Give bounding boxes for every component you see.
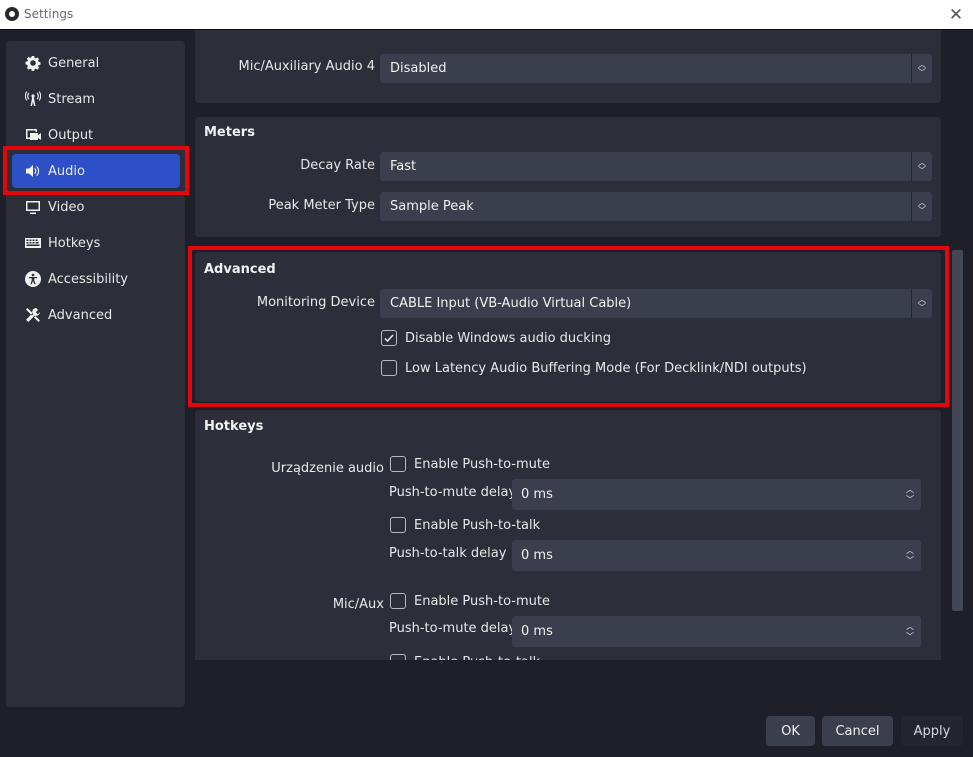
checkbox-unchecked[interactable] xyxy=(390,456,406,472)
sidebar-item-label: Video xyxy=(48,199,85,215)
tools-icon xyxy=(24,306,42,324)
decay-rate-select[interactable]: Fast ︿ ﹀ xyxy=(380,152,932,181)
push-to-talk-label: Enable Push-to-talk xyxy=(414,517,541,533)
output-icon xyxy=(24,126,42,144)
mic-aux-4-value: Disabled xyxy=(390,61,447,76)
antenna-icon xyxy=(24,90,42,108)
low-latency-label: Low Latency Audio Buffering Mode (For De… xyxy=(405,360,807,376)
checkmark-icon xyxy=(384,334,394,343)
hotkeys-group: Hotkeys Urządzenie audio Enable Push-to-… xyxy=(195,410,941,660)
peak-meter-type-select[interactable]: Sample Peak ︿ ﹀ xyxy=(380,192,932,221)
spin-up-down-icon[interactable]: ︿ ﹀ xyxy=(899,479,921,510)
settings-sidebar: General Stream Output Audio Video Hotkey… xyxy=(6,41,185,707)
push-to-mute-checkbox[interactable]: Enable Push-to-mute xyxy=(390,456,550,472)
push-to-talk-checkbox[interactable]: Enable Push-to-talk xyxy=(390,517,540,533)
sidebar-item-hotkeys[interactable]: Hotkeys xyxy=(12,226,180,260)
sidebar-item-advanced[interactable]: Advanced xyxy=(12,298,180,332)
meters-title: Meters xyxy=(204,125,255,140)
hotkeys-title: Hotkeys xyxy=(204,419,264,434)
sidebar-item-label: Audio xyxy=(48,163,85,179)
checkbox-unchecked[interactable] xyxy=(390,517,406,533)
ok-button[interactable]: OK xyxy=(766,716,815,746)
low-latency-checkbox[interactable]: Low Latency Audio Buffering Mode (For De… xyxy=(381,360,807,376)
chevron-up-down-icon: ︿ ﹀ xyxy=(911,192,932,221)
push-to-mute-delay-spinbox[interactable]: 0 ms ︿ ﹀ xyxy=(512,479,921,510)
monitor-icon xyxy=(24,198,42,216)
accessibility-icon xyxy=(24,270,42,288)
push-to-mute-delay-spinbox[interactable]: 0 ms ︿ ﹀ xyxy=(512,616,921,647)
push-to-mute-label: Enable Push-to-mute xyxy=(414,593,550,609)
sidebar-item-video[interactable]: Video xyxy=(12,190,180,224)
push-to-mute-delay-label: Push-to-mute delay xyxy=(389,621,517,636)
monitoring-device-label: Monitoring Device xyxy=(256,295,375,310)
sidebar-item-label: Output xyxy=(48,127,94,143)
checkbox-unchecked[interactable] xyxy=(381,360,397,376)
hotkey-source-name: Mic/Aux xyxy=(332,597,384,612)
sidebar-item-output[interactable]: Output xyxy=(12,118,180,152)
disable-ducking-checkbox[interactable]: Disable Windows audio ducking xyxy=(381,330,611,346)
sidebar-item-label: Accessibility xyxy=(48,271,128,287)
sidebar-item-accessibility[interactable]: Accessibility xyxy=(12,262,180,296)
sidebar-item-label: Stream xyxy=(48,91,96,107)
decay-rate-label: Decay Rate xyxy=(300,158,375,173)
monitoring-device-select[interactable]: CABLE Input (VB-Audio Virtual Cable) ︿ ﹀ xyxy=(380,289,932,318)
monitoring-device-value: CABLE Input (VB-Audio Virtual Cable) xyxy=(390,296,632,311)
meters-group: Meters Decay Rate Fast ︿ ﹀ Peak Meter Typ… xyxy=(195,117,941,237)
speaker-icon xyxy=(24,162,42,180)
close-icon[interactable]: ✕ xyxy=(943,2,969,28)
sidebar-item-general[interactable]: General xyxy=(12,46,180,80)
content-scrollbar[interactable] xyxy=(952,250,963,611)
keyboard-icon xyxy=(24,234,42,252)
spin-up-down-icon[interactable]: ︿ ﹀ xyxy=(899,616,921,647)
push-to-talk-delay-label: Push-to-talk delay xyxy=(389,546,507,561)
gear-icon xyxy=(24,54,42,72)
chevron-up-down-icon: ︿ ﹀ xyxy=(911,54,932,83)
sidebar-item-label: Advanced xyxy=(48,307,113,323)
advanced-group: Advanced Monitoring Device CABLE Input (… xyxy=(195,252,941,402)
cancel-button[interactable]: Cancel xyxy=(822,716,893,746)
sidebar-item-label: Hotkeys xyxy=(48,235,101,251)
sidebar-item-audio[interactable]: Audio xyxy=(12,154,180,188)
chevron-up-down-icon: ︿ ﹀ xyxy=(911,152,932,181)
push-to-mute-delay-value: 0 ms xyxy=(521,624,553,639)
spin-up-down-icon[interactable]: ︿ ﹀ xyxy=(899,540,921,571)
sidebar-item-stream[interactable]: Stream xyxy=(12,82,180,116)
decay-rate-value: Fast xyxy=(390,159,417,174)
mic-aux-4-select[interactable]: Disabled ︿ ﹀ xyxy=(380,54,932,83)
push-to-mute-delay-label: Push-to-mute delay xyxy=(389,485,517,500)
checkbox-unchecked[interactable] xyxy=(390,654,406,660)
checkbox-checked[interactable] xyxy=(381,330,397,346)
mic-aux-4-label: Mic/Auxiliary Audio 4 xyxy=(238,59,375,74)
sidebar-item-label: General xyxy=(48,55,100,71)
push-to-mute-checkbox[interactable]: Enable Push-to-mute xyxy=(390,593,550,609)
devices-group: Mic/Auxiliary Audio 4 Disabled ︿ ﹀ xyxy=(195,30,941,103)
chevron-up-down-icon: ︿ ﹀ xyxy=(911,289,932,318)
push-to-talk-checkbox[interactable]: Enable Push-to-talk xyxy=(390,654,540,660)
checkbox-unchecked[interactable] xyxy=(390,593,406,609)
push-to-talk-delay-spinbox[interactable]: 0 ms ︿ ﹀ xyxy=(512,540,921,571)
settings-content: Mic/Auxiliary Audio 4 Disabled ︿ ﹀ Meters… xyxy=(195,30,955,660)
window-title: Settings xyxy=(24,7,74,21)
hotkey-source-name: Urządzenie audio xyxy=(271,461,384,476)
peak-meter-type-label: Peak Meter Type xyxy=(268,198,375,213)
push-to-talk-label: Enable Push-to-talk xyxy=(414,655,540,661)
apply-button[interactable]: Apply xyxy=(901,716,963,746)
peak-meter-type-value: Sample Peak xyxy=(390,199,474,214)
push-to-mute-delay-value: 0 ms xyxy=(521,487,553,502)
obs-logo-icon xyxy=(5,7,19,21)
push-to-mute-label: Enable Push-to-mute xyxy=(414,456,550,472)
advanced-title: Advanced xyxy=(204,262,276,277)
disable-ducking-label: Disable Windows audio ducking xyxy=(405,330,611,346)
title-bar: Settings ✕ xyxy=(0,0,973,30)
push-to-talk-delay-value: 0 ms xyxy=(521,548,553,563)
